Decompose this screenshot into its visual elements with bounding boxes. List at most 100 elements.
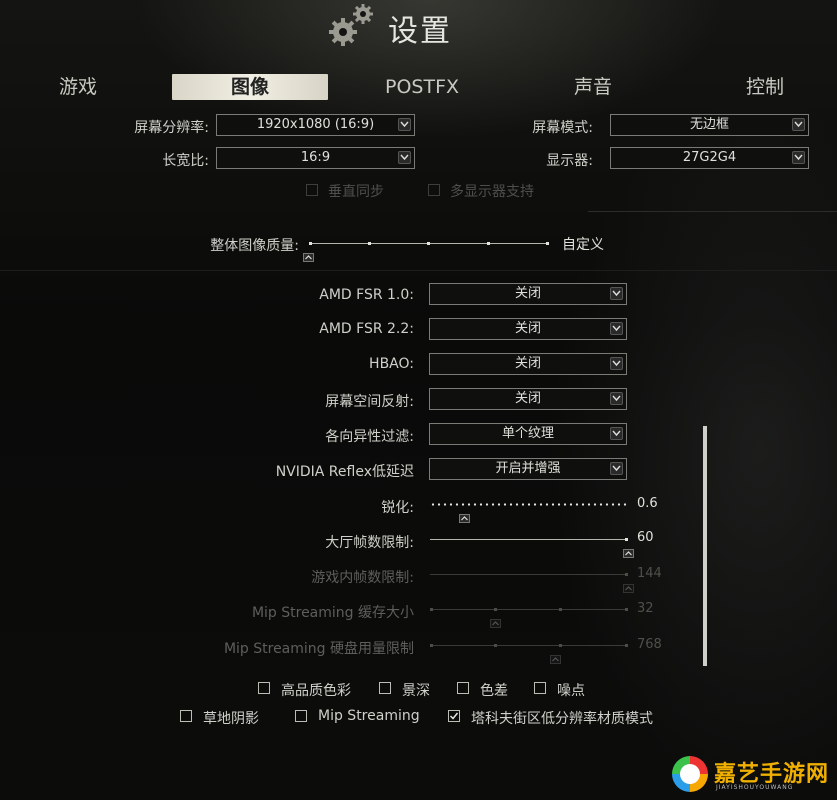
tab-sound[interactable]: 声音 — [563, 74, 623, 100]
mip-disk-label: Mip Streaming 硬盘用量限制 — [223, 641, 414, 657]
divider — [588, 211, 837, 212]
fsr2-label: AMD FSR 2.2: — [319, 321, 414, 337]
slider-track — [430, 503, 628, 506]
quality-slider-handle[interactable] — [303, 253, 314, 262]
lobby-fps-slider-handle[interactable] — [623, 549, 634, 558]
tab-game[interactable]: 游戏 — [48, 74, 108, 100]
resolution-dropdown[interactable]: 1920x1080 (16:9) — [216, 114, 415, 136]
quality-slider[interactable] — [309, 237, 549, 251]
vsync-label: 垂直同步 — [328, 184, 384, 200]
chevron-down-icon — [610, 322, 623, 335]
sharpen-label: 锐化: — [381, 500, 414, 516]
aspect-label: 长宽比: — [162, 153, 209, 169]
lobby-fps-slider[interactable] — [430, 533, 628, 547]
monitor-dropdown[interactable]: 27G2G4 — [610, 147, 809, 169]
screen-mode-label: 屏幕模式: — [532, 120, 593, 136]
chevron-down-icon — [398, 118, 411, 131]
tab-graphics[interactable]: 图像 — [172, 74, 328, 100]
resolution-value: 1920x1080 (16:9) — [256, 117, 375, 132]
mip-disk-slider[interactable] — [430, 639, 628, 653]
dof-label: 景深 — [402, 683, 430, 699]
monitor-value: 27G2G4 — [682, 150, 737, 165]
mip-disk-value: 768 — [637, 637, 662, 652]
slider-tick — [494, 644, 497, 647]
lobby-fps-label: 大厅帧数限制: — [325, 535, 414, 551]
watermark-subtext: JIAYISHOUYOUWANG — [716, 784, 794, 791]
lobby-fps-value: 60 — [637, 530, 654, 545]
sharpen-slider[interactable] — [430, 498, 628, 512]
chevron-down-icon — [610, 427, 623, 440]
fsr2-dropdown[interactable]: 关闭 — [429, 318, 627, 340]
noise-checkbox[interactable] — [534, 682, 546, 694]
fsr1-label: AMD FSR 1.0: — [319, 287, 414, 303]
scrollbar[interactable] — [703, 426, 707, 666]
sharpen-slider-handle[interactable] — [458, 514, 470, 523]
aspect-value: 16:9 — [300, 150, 331, 165]
checkmark-icon — [449, 712, 459, 720]
slider-tick — [494, 608, 497, 611]
slider-tick — [546, 242, 549, 245]
tarkov-lowres-label: 塔科夫街区低分辨率材质模式 — [471, 711, 653, 727]
logo-icon — [672, 756, 708, 792]
vsync-checkbox[interactable] — [306, 184, 318, 196]
game-fps-slider-handle[interactable] — [623, 584, 634, 593]
tab-postfx[interactable]: POSTFX — [380, 74, 464, 100]
slider-tick — [559, 608, 562, 611]
slider-tick — [559, 644, 562, 647]
slider-tick — [430, 608, 433, 611]
grass-shadow-checkbox[interactable] — [180, 710, 192, 722]
mip-cache-slider-handle[interactable] — [490, 619, 502, 628]
slider-tick — [368, 242, 371, 245]
slider-track — [430, 645, 628, 646]
game-fps-value: 144 — [637, 566, 662, 581]
screen-mode-value: 无边框 — [689, 117, 729, 132]
sharpen-value: 0.6 — [637, 496, 658, 511]
game-fps-slider[interactable] — [430, 568, 628, 582]
ssr-label: 屏幕空间反射: — [325, 394, 414, 410]
reflex-value: 开启并增强 — [495, 461, 561, 476]
hbao-value: 关闭 — [514, 356, 541, 371]
slider-track — [430, 574, 628, 575]
tarkov-lowres-checkbox[interactable] — [448, 710, 460, 722]
header: 设置 — [326, 2, 526, 50]
mip-disk-slider-handle[interactable] — [549, 655, 561, 664]
slider-tick — [625, 573, 628, 576]
hbao-label: HBAO: — [369, 356, 414, 372]
quality-label: 整体图像质量: — [210, 238, 299, 254]
aniso-value: 单个纹理 — [501, 426, 554, 441]
screen-mode-dropdown[interactable]: 无边框 — [610, 114, 809, 136]
page-title: 设置 — [388, 14, 452, 49]
fsr2-value: 关闭 — [514, 321, 541, 336]
chevron-down-icon — [398, 151, 411, 164]
hq-color-checkbox[interactable] — [258, 682, 270, 694]
mip-cache-label: Mip Streaming 缓存大小 — [251, 605, 414, 621]
aniso-dropdown[interactable]: 单个纹理 — [429, 423, 627, 445]
hq-color-label: 高品质色彩 — [281, 683, 351, 699]
multimonitor-checkbox[interactable] — [428, 184, 440, 196]
tab-controls[interactable]: 控制 — [735, 74, 795, 100]
reflex-dropdown[interactable]: 开启并增强 — [429, 458, 627, 480]
slider-track — [430, 539, 628, 540]
chevron-down-icon — [792, 151, 805, 164]
aspect-dropdown[interactable]: 16:9 — [216, 147, 415, 169]
ssr-dropdown[interactable]: 关闭 — [429, 388, 627, 410]
fsr1-dropdown[interactable]: 关闭 — [429, 283, 627, 305]
dof-checkbox[interactable] — [379, 682, 391, 694]
mip-streaming-checkbox[interactable] — [295, 710, 307, 722]
hbao-dropdown[interactable]: 关闭 — [429, 353, 627, 375]
monitor-label: 显示器: — [546, 153, 593, 169]
chevron-down-icon — [610, 357, 623, 370]
divider — [0, 270, 837, 271]
chromatic-checkbox[interactable] — [457, 682, 469, 694]
slider-tick — [625, 538, 628, 541]
slider-track — [430, 609, 628, 610]
chevron-down-icon — [610, 462, 623, 475]
chevron-down-icon — [610, 392, 623, 405]
quality-value: 自定义 — [562, 237, 604, 253]
grass-shadow-label: 草地阴影 — [203, 711, 259, 727]
gears-icon — [329, 4, 373, 46]
resolution-label: 屏幕分辨率: — [134, 120, 209, 136]
slider-tick — [487, 242, 490, 245]
mip-cache-slider[interactable] — [430, 603, 628, 617]
chevron-down-icon — [792, 118, 805, 131]
